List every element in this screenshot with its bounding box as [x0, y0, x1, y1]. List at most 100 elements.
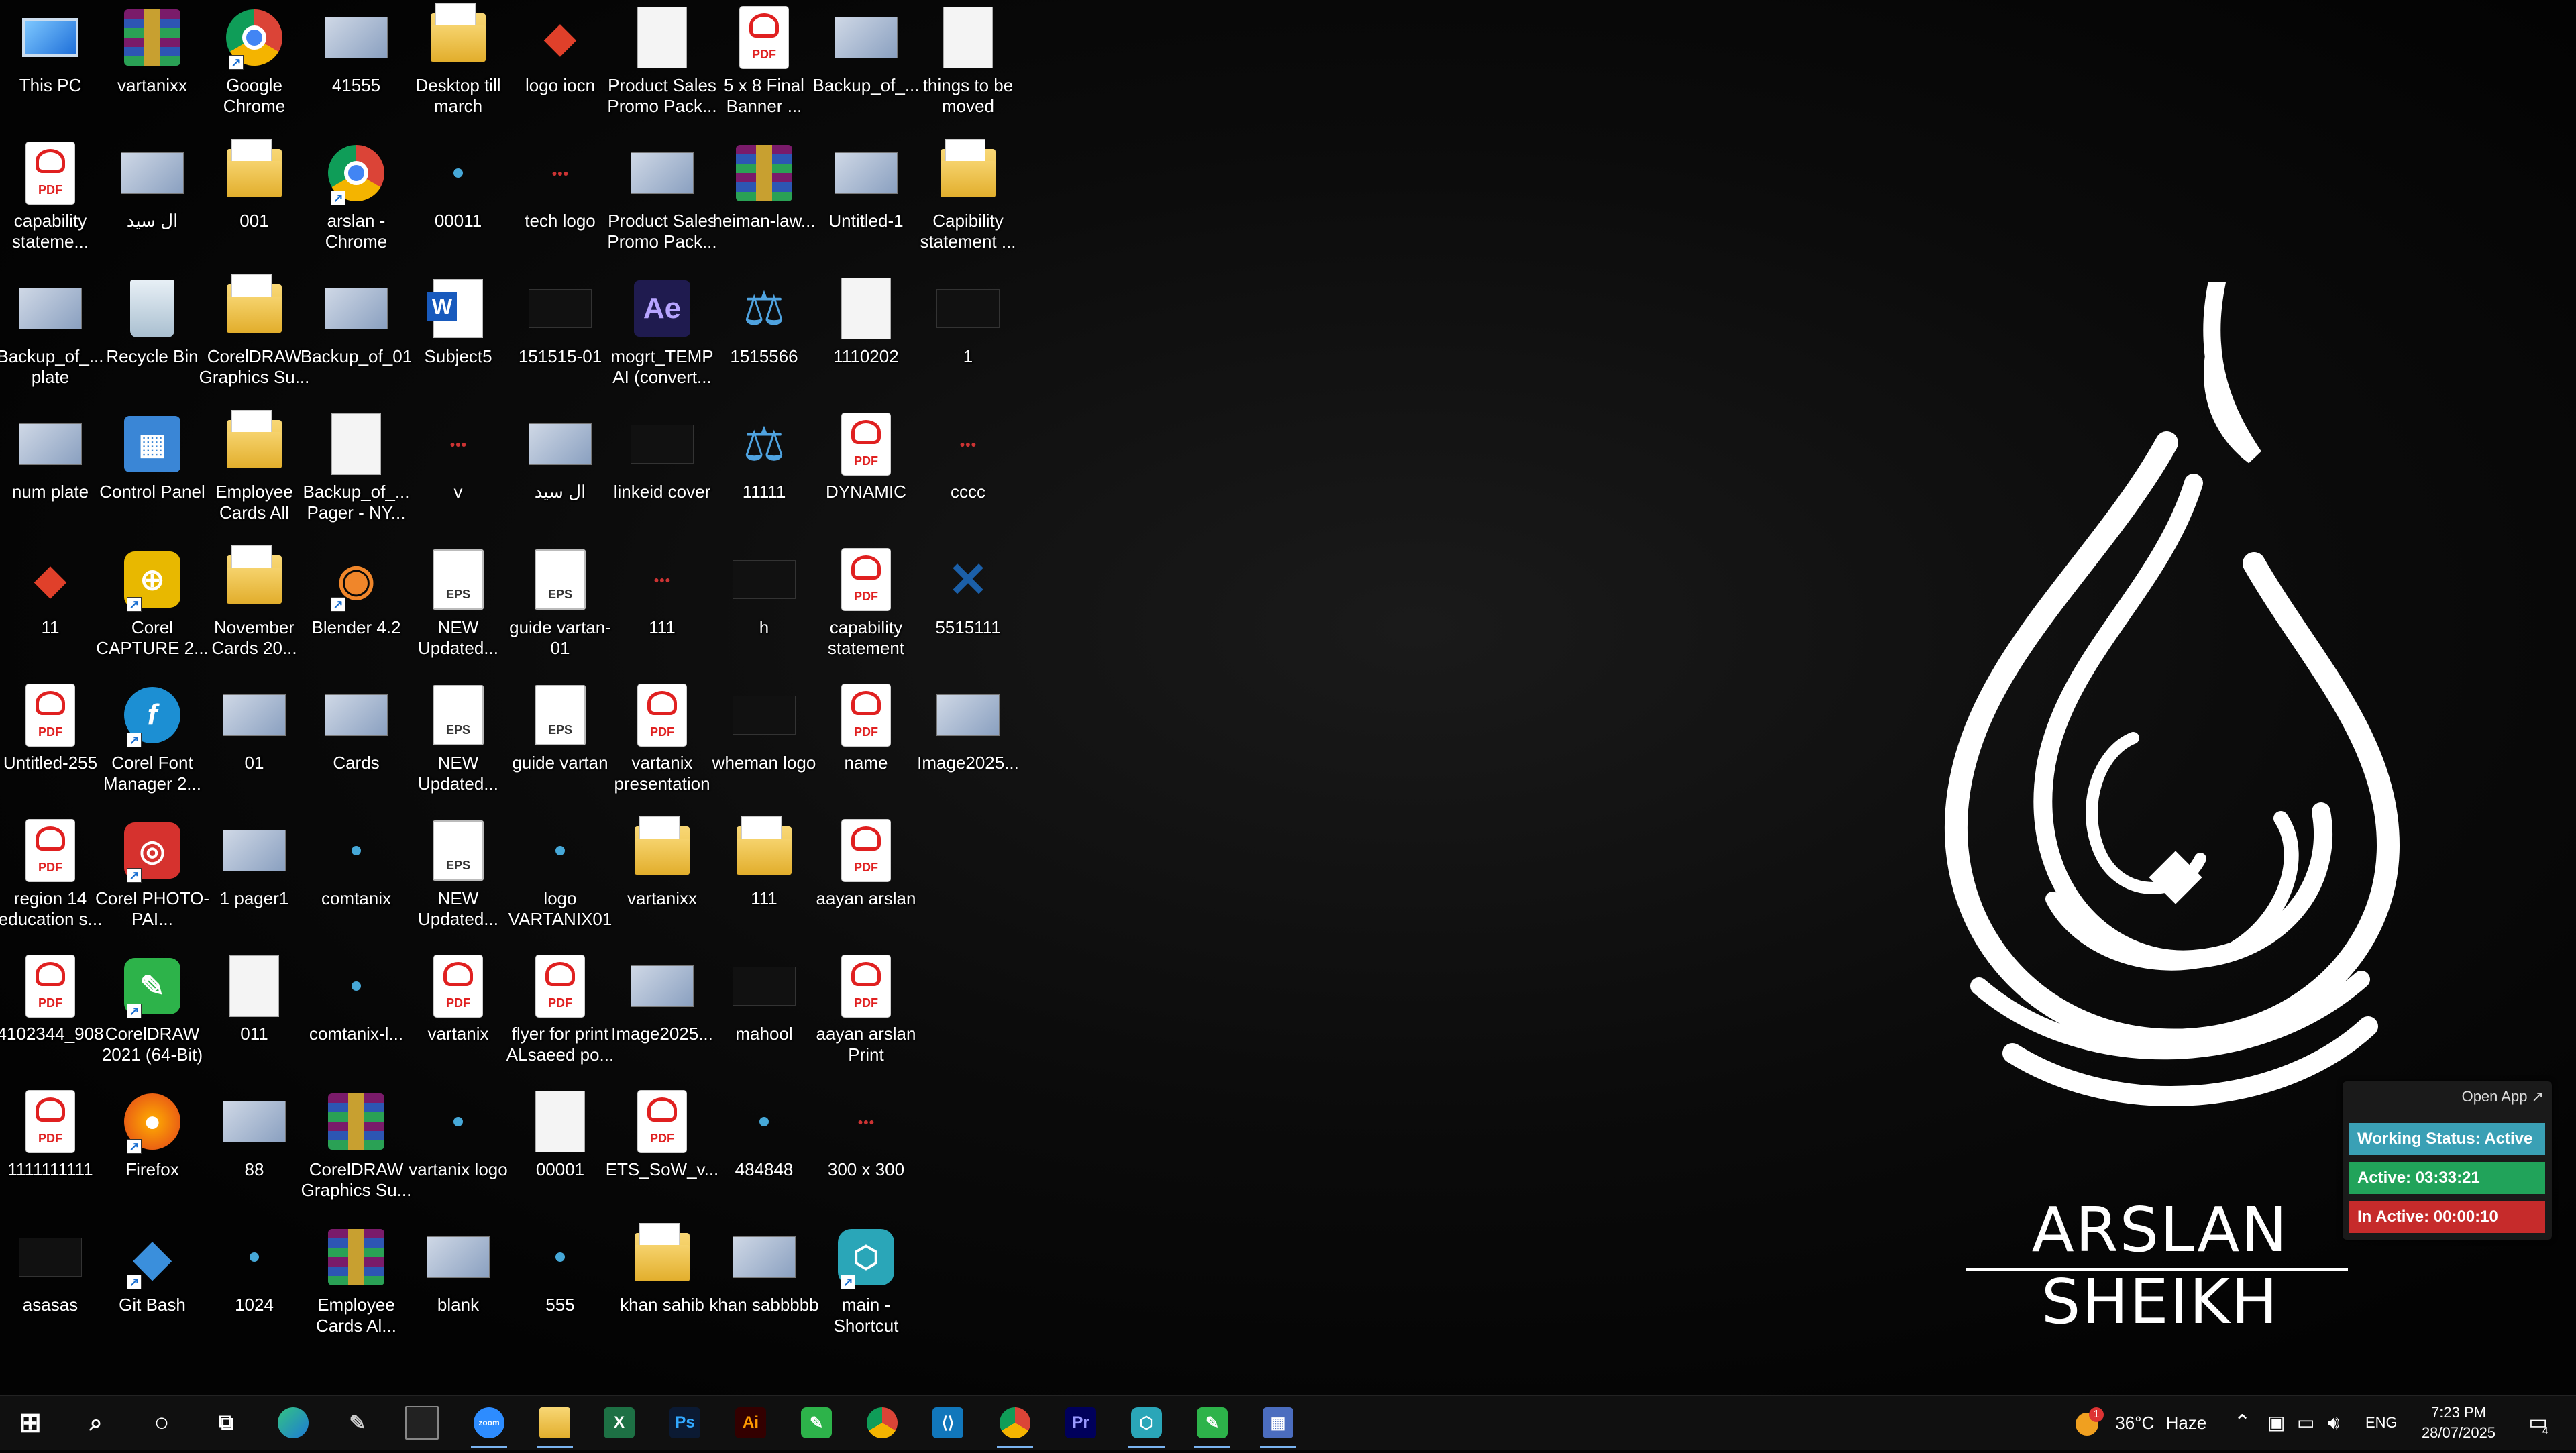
pc-icon [17, 4, 84, 71]
folder-icon [221, 411, 288, 478]
white-icon [527, 1088, 594, 1155]
dot-icon [527, 817, 594, 884]
weather-icon: 1 [2076, 1407, 2104, 1436]
desktop-icon-label: aayan arslan Print [816, 1024, 916, 1065]
open-app-link[interactable]: Open App ↗ [2462, 1088, 2544, 1106]
vscode-app[interactable]: ⟨⟩ [918, 1400, 978, 1446]
edge-app[interactable] [263, 1400, 323, 1446]
tray-device-icon[interactable]: ▣ [2267, 1396, 2285, 1450]
desktop-icon-image2025[interactable]: Image2025... [908, 678, 1028, 812]
pdf-icon: PDF [17, 1088, 84, 1155]
white-icon [323, 411, 390, 478]
desktop-icon-300-x-300[interactable]: ●●● 300 x 300 [806, 1084, 926, 1218]
weather-alert-badge: 1 [2089, 1407, 2104, 1423]
rar-icon [323, 1224, 390, 1291]
photoshop-app[interactable]: Ps [655, 1400, 715, 1446]
search-icon: ⌕ [89, 1409, 103, 1436]
desktop-icon-label: main - Shortcut [833, 1295, 899, 1336]
img-icon [221, 817, 288, 884]
start-button[interactable]: ⊞ [0, 1400, 60, 1446]
volume-icon[interactable]: 🔊︎ [2328, 1396, 2340, 1450]
chrome-icon [1000, 1407, 1030, 1438]
file-explorer-app[interactable] [525, 1400, 585, 1448]
img-icon [323, 4, 390, 71]
excel-icon: X [604, 1407, 635, 1438]
clock[interactable]: 7:23 PM 28/07/2025 [2415, 1396, 2502, 1450]
pen-app[interactable]: ✎ [327, 1400, 388, 1446]
folder-icon [934, 140, 1002, 207]
desktop-icon-label: Capibility statement ... [920, 211, 1016, 252]
search-button[interactable]: ⌕ [66, 1400, 126, 1446]
dark-icon [629, 411, 696, 478]
dot-icon [425, 1088, 492, 1155]
desktop-icon-5515111[interactable]: ✕ 5515111 [908, 542, 1028, 676]
desktop-icon-1[interactable]: 1 [908, 271, 1028, 405]
network-icon[interactable]: ▭ [2297, 1396, 2314, 1450]
illustrator-app[interactable]: Ai [720, 1400, 781, 1446]
tray-chevron-up-icon[interactable]: ⌃ [2234, 1396, 2251, 1450]
shortcut-arrow-icon: ↗ [127, 733, 142, 747]
eps-icon: EPS [527, 546, 594, 613]
eps-icon: EPS [527, 682, 594, 749]
working-status-row: Working Status: Active [2349, 1123, 2545, 1155]
rar-icon [119, 4, 186, 71]
desktop-icon-aayan-arslan-print[interactable]: PDF aayan arslan Print [806, 949, 926, 1083]
premiere-app[interactable]: Pr [1051, 1400, 1111, 1446]
terminal-app[interactable] [392, 1400, 452, 1446]
main-app[interactable]: ⬡ [1116, 1400, 1177, 1448]
chrome-app[interactable] [852, 1400, 912, 1446]
img-icon [17, 411, 84, 478]
task-view-button[interactable]: ⧉ [196, 1400, 256, 1446]
font-icon: f ↗ [119, 682, 186, 749]
desktop-icon-main-shortcut[interactable]: ⬡ ↗ main - Shortcut [806, 1220, 926, 1354]
task-view-icon: ⧉ [218, 1410, 234, 1434]
chrome-profile-app[interactable] [985, 1400, 1045, 1448]
language-indicator[interactable]: ENG [2365, 1396, 2398, 1450]
tiny-icon: ●●● [857, 1116, 875, 1127]
desktop-icon-aayan-arslan[interactable]: PDF aayan arslan [806, 813, 926, 947]
folder-icon [539, 1407, 570, 1438]
pdf-icon: PDF [17, 682, 84, 749]
folder-icon [425, 4, 492, 71]
white-icon [629, 4, 696, 71]
white-icon [833, 275, 900, 342]
tiny-icon: ●●● [653, 574, 671, 585]
coreldraw-running-app[interactable]: ✎ [1182, 1400, 1242, 1448]
zoom-app[interactable]: zoom [459, 1400, 519, 1448]
coreldraw-icon: ✎ [801, 1407, 832, 1438]
folder-icon [629, 817, 696, 884]
tiny-icon: ●●● [449, 439, 467, 449]
pdf-icon: PDF [833, 411, 900, 478]
desktop-icon-label: cccc [951, 482, 985, 502]
trash-icon [119, 275, 186, 342]
desktop-icon-capibility-statement[interactable]: Capibility statement ... [908, 136, 1028, 270]
x-icon: ✕ [947, 553, 989, 607]
scale-icon: ⚖ [743, 418, 786, 470]
cp-icon: ▦ [119, 411, 186, 478]
rar-icon [731, 140, 798, 207]
notification-center-icon[interactable]: ▭4 [2521, 1396, 2561, 1450]
calculator-icon: ▦ [1263, 1407, 1293, 1438]
clock-date: 28/07/2025 [2421, 1424, 2496, 1441]
desktop-icon-things-to-be-moved[interactable]: things to be moved [908, 0, 1028, 134]
ae-icon: Ae [629, 275, 696, 342]
eps-icon: EPS [425, 817, 492, 884]
brand-underline [1966, 1268, 2348, 1271]
desktop-icon-cccc[interactable]: ●●● cccc [908, 407, 1028, 541]
chrome-icon: ↗ [323, 140, 390, 207]
excel-app[interactable]: X [589, 1400, 649, 1446]
img-icon [731, 1224, 798, 1291]
clock-time: 7:23 PM [2431, 1404, 2486, 1421]
calculator-app[interactable]: ▦ [1248, 1400, 1308, 1448]
weather-widget[interactable]: 1 36°C Haze [2076, 1396, 2206, 1450]
coreldraw-app[interactable]: ✎ [786, 1400, 847, 1446]
pdf-icon: PDF [833, 682, 900, 749]
folder-icon [221, 275, 288, 342]
shortcut-arrow-icon: ↗ [127, 1275, 142, 1289]
dark-icon [527, 275, 594, 342]
shortcut-arrow-icon: ↗ [127, 1004, 142, 1018]
brand-name: ARSLAN SHEIKH [2031, 1194, 2289, 1338]
desktop-icon-label: things to be moved [922, 75, 1014, 116]
cortana-button[interactable]: ○ [131, 1400, 192, 1446]
dot-icon [527, 1224, 594, 1291]
